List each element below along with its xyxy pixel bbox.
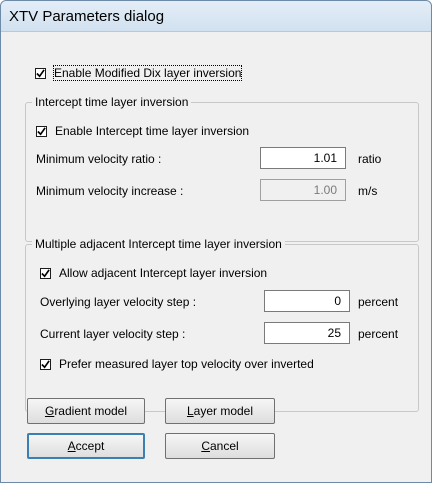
- cancel-label: ancel: [209, 439, 239, 453]
- min-velocity-increase-unit: m/s: [358, 184, 378, 198]
- cancel-button[interactable]: Cancel: [165, 433, 275, 459]
- enable-intercept-label: Enable Intercept time layer inversion: [55, 124, 250, 138]
- layer-model-button[interactable]: Layer model: [165, 398, 275, 424]
- enable-dix-checkbox-row[interactable]: Enable Modified Dix layer inversion: [35, 65, 243, 81]
- dialog-window: XTV Parameters dialog Enable Modified Di…: [0, 0, 432, 483]
- enable-intercept-checkbox[interactable]: [36, 125, 47, 137]
- enable-dix-label: Enable Modified Dix layer inversion: [52, 65, 243, 81]
- layer-model-label: ayer model: [193, 404, 254, 418]
- enable-dix-checkbox[interactable]: [35, 67, 46, 79]
- current-step-label: Current layer velocity step :: [40, 327, 186, 341]
- gradient-model-mnemonic: G: [44, 404, 55, 418]
- overlying-step-label: Overlying layer velocity step :: [40, 295, 197, 309]
- intercept-group-title: Intercept time layer inversion: [32, 95, 192, 109]
- current-step-unit: percent: [358, 327, 399, 341]
- prefer-measured-checkbox-row[interactable]: Prefer measured layer top velocity over …: [40, 357, 314, 371]
- layer-model-mnemonic: L: [186, 404, 194, 418]
- checkmark-icon: [41, 359, 50, 368]
- checkmark-icon: [37, 126, 46, 135]
- prefer-measured-checkbox[interactable]: [40, 358, 51, 370]
- overlying-step-input[interactable]: 0: [264, 290, 350, 312]
- min-velocity-increase-label: Minimum velocity increase :: [36, 184, 184, 198]
- allow-adjacent-checkbox-row[interactable]: Allow adjacent Intercept layer inversion: [40, 266, 267, 280]
- intercept-groupbox: Intercept time layer inversion Enable In…: [25, 95, 419, 242]
- adjacent-groupbox: Multiple adjacent Intercept time layer i…: [25, 237, 419, 412]
- adjacent-group-title: Multiple adjacent Intercept time layer i…: [32, 237, 285, 251]
- min-velocity-ratio-label: Minimum velocity ratio :: [36, 152, 162, 166]
- overlying-step-unit: percent: [358, 295, 399, 309]
- dialog-body: Enable Modified Dix layer inversion Inte…: [7, 32, 425, 476]
- gradient-model-label: radient model: [54, 404, 128, 418]
- allow-adjacent-checkbox[interactable]: [40, 267, 51, 279]
- checkmark-icon: [36, 68, 45, 77]
- accept-label: ccept: [75, 439, 105, 453]
- checkmark-icon: [41, 268, 50, 277]
- window-title: XTV Parameters dialog: [9, 8, 165, 25]
- allow-adjacent-label: Allow adjacent Intercept layer inversion: [59, 266, 268, 280]
- gradient-model-button[interactable]: Gradient model: [27, 398, 145, 424]
- accept-button[interactable]: Accept: [27, 433, 145, 459]
- current-step-input[interactable]: 25: [264, 322, 350, 344]
- min-velocity-increase-input[interactable]: 1.00: [260, 179, 346, 201]
- enable-intercept-checkbox-row[interactable]: Enable Intercept time layer inversion: [36, 124, 249, 138]
- title-bar[interactable]: XTV Parameters dialog: [1, 1, 431, 32]
- prefer-measured-label: Prefer measured layer top velocity over …: [59, 357, 314, 371]
- cancel-mnemonic: C: [201, 439, 210, 453]
- accept-mnemonic: A: [67, 439, 76, 453]
- min-velocity-ratio-input[interactable]: 1.01: [260, 147, 346, 169]
- min-velocity-ratio-unit: ratio: [358, 152, 382, 166]
